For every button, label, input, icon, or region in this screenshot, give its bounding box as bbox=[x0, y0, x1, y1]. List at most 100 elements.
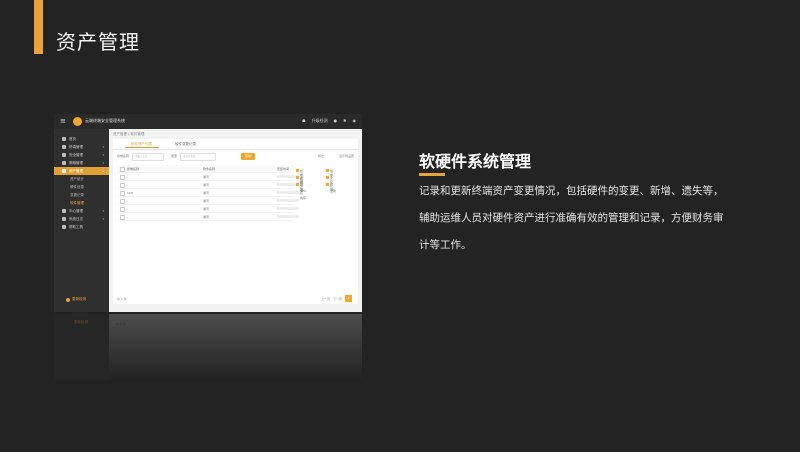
column-header: 终端名称 bbox=[127, 167, 140, 171]
app-content: 资产管理 / 软件管理 软件资产列表 软件变更记录 终端名称 请输入名称 类型 … bbox=[109, 129, 362, 312]
cell-name: - bbox=[127, 207, 129, 211]
update-check-label[interactable]: 升级检测 bbox=[312, 118, 328, 124]
sidebar-item-center[interactable]: 中心管理 ▾ bbox=[54, 207, 109, 215]
table-row[interactable]: - 通讯 bbox=[117, 181, 299, 189]
column-option-row[interactable]: 内存 bbox=[296, 195, 354, 202]
checkbox-icon[interactable] bbox=[326, 182, 329, 186]
row-checkbox[interactable] bbox=[120, 215, 125, 220]
chevron-down-icon: ▾ bbox=[102, 217, 104, 221]
table-row[interactable]: - 通讯 bbox=[117, 173, 299, 181]
sidebar-item-hardware[interactable]: 硬件信息 bbox=[54, 183, 109, 191]
account-icon[interactable]: ◉ bbox=[353, 118, 357, 124]
update-icon bbox=[66, 297, 70, 302]
checkbox-icon[interactable] bbox=[296, 175, 299, 179]
tool-icon bbox=[62, 225, 66, 229]
column-option-row[interactable]: 软件名 卸载 bbox=[296, 181, 354, 195]
cell-software: 通讯 bbox=[203, 207, 210, 211]
sidebar-item-assets[interactable]: 资产管理 ▴ bbox=[54, 167, 109, 175]
type-select[interactable]: 请选择类型 bbox=[180, 153, 216, 161]
reflection-footer-label: 更新检测 bbox=[74, 320, 88, 324]
column-option-row[interactable]: 终端名称 版本 bbox=[296, 167, 354, 185]
total-count: 共 1 条 bbox=[117, 297, 127, 301]
row-checkbox[interactable] bbox=[120, 191, 125, 196]
checkbox-icon[interactable] bbox=[296, 182, 299, 186]
tab-software-changes[interactable]: 软件变更记录 bbox=[175, 142, 196, 147]
cell-name: 123 bbox=[127, 191, 133, 195]
sidebar-item-policy[interactable]: 策略管理 ▾ bbox=[54, 159, 109, 167]
sidebar-item-security[interactable]: 安全管理 ▾ bbox=[54, 151, 109, 159]
section-underline bbox=[419, 173, 445, 176]
app-logo bbox=[73, 117, 82, 126]
sidebar-item-logs[interactable]: 系统日志 ▾ bbox=[54, 215, 109, 223]
log-icon bbox=[62, 217, 66, 221]
filter-label-name: 终端名称 bbox=[117, 154, 130, 158]
column-header: 软件名称 bbox=[203, 167, 216, 171]
column-option: 更新 bbox=[330, 189, 337, 193]
sidebar-item-asset-stats[interactable]: 资产统计 bbox=[54, 175, 109, 183]
sidebar-item-software[interactable]: 软件管理 bbox=[54, 199, 109, 207]
table-row[interactable]: - 通讯 bbox=[117, 205, 299, 213]
prev-page-button[interactable]: 上一页 bbox=[321, 297, 330, 301]
software-table: 终端名称 软件名称 安装时间 - 通讯 - 通讯 123 通讯 - 通讯 - 通讯 - 通讯 bbox=[117, 165, 299, 221]
row-checkbox[interactable] bbox=[120, 175, 125, 180]
name-input[interactable]: 请输入名称 bbox=[132, 153, 164, 161]
filter-label-type: 类型 bbox=[171, 154, 178, 158]
tab-bar: 软件资产列表 软件变更记录 bbox=[113, 139, 358, 150]
search-button[interactable]: 查询 bbox=[241, 153, 255, 160]
cell-time bbox=[277, 215, 299, 219]
cell-software: 通讯 bbox=[203, 199, 210, 203]
menu-icon[interactable]: ≡ bbox=[60, 117, 66, 125]
cell-software: 通讯 bbox=[203, 175, 210, 179]
gear-icon[interactable]: ✱ bbox=[343, 118, 346, 124]
column-settings-button[interactable]: 显示列设置 bbox=[339, 154, 354, 158]
sidebar-item-label: 资产管理 bbox=[69, 168, 83, 173]
sidebar-item-label: 变更记录 bbox=[70, 192, 84, 197]
shield-icon bbox=[62, 153, 66, 157]
select-all-checkbox[interactable] bbox=[120, 167, 125, 172]
sidebar-footer[interactable]: 更新检测 bbox=[66, 297, 86, 302]
active-tab-indicator bbox=[125, 147, 159, 148]
app-topbar: ≡ 云端终端安全管理系统 ☗ 升级检测 ● ✱ ◉ bbox=[54, 114, 362, 129]
checkbox-icon[interactable] bbox=[296, 168, 299, 172]
export-button[interactable]: 导出 bbox=[318, 154, 324, 158]
chevron-down-icon: ▾ bbox=[102, 153, 104, 157]
sidebar-item-label: 中心管理 bbox=[69, 208, 83, 213]
sidebar-item-changes[interactable]: 变更记录 bbox=[54, 191, 109, 199]
section-title: 软硬件系统管理 bbox=[419, 152, 532, 171]
cell-software: 通讯 bbox=[203, 191, 210, 195]
checkbox-icon[interactable] bbox=[326, 175, 329, 179]
column-option-row[interactable]: CPU 更新 bbox=[296, 188, 354, 195]
row-checkbox[interactable] bbox=[120, 183, 125, 188]
title-accent-bar bbox=[34, 0, 43, 54]
checkbox-icon[interactable] bbox=[326, 168, 329, 172]
cell-name: - bbox=[127, 175, 129, 179]
bell-icon[interactable]: ● bbox=[334, 118, 338, 124]
home-icon bbox=[62, 137, 66, 141]
app-screenshot: ≡ 云端终端安全管理系统 ☗ 升级检测 ● ✱ ◉ 首页 终端管理 ▾ 安全管理 ▾… bbox=[54, 114, 362, 312]
sidebar-item-terminal[interactable]: 终端管理 ▾ bbox=[54, 143, 109, 151]
column-option: 内存 bbox=[300, 196, 307, 200]
reflection-content bbox=[109, 314, 362, 380]
app-title: 云端终端安全管理系统 bbox=[85, 118, 125, 123]
table-header: 终端名称 软件名称 安装时间 bbox=[117, 165, 294, 173]
column-option-row[interactable]: 终端分组 安装 bbox=[296, 174, 354, 192]
sidebar-item-label: 系统日志 bbox=[69, 216, 83, 221]
sidebar-item-tools[interactable]: 帮助工具 bbox=[54, 223, 109, 231]
current-page[interactable]: 1 bbox=[345, 295, 352, 302]
table-row[interactable]: - 通讯 bbox=[117, 197, 299, 205]
row-checkbox[interactable] bbox=[120, 207, 125, 212]
section-description: 记录和更新终端资产变更情况，包括硬件的变更、新增、遗失等，辅助运维人员对硬件资产… bbox=[419, 185, 724, 251]
reflection-total: 共 1 条 bbox=[116, 322, 126, 326]
table-row[interactable]: 123 通讯 bbox=[117, 189, 299, 197]
row-checkbox[interactable] bbox=[120, 199, 125, 204]
sidebar-item-label: 首页 bbox=[69, 136, 76, 141]
monitor-icon bbox=[62, 145, 66, 149]
sidebar-item-home[interactable]: 首页 bbox=[54, 135, 109, 143]
table-row[interactable]: - 通讯 bbox=[117, 213, 299, 221]
cell-name: - bbox=[127, 183, 129, 187]
sidebar-item-label: 终端管理 bbox=[69, 144, 83, 149]
server-icon bbox=[62, 209, 66, 213]
next-page-button[interactable]: 下一页 bbox=[333, 297, 342, 301]
user-icon[interactable]: ☗ bbox=[302, 118, 306, 124]
chevron-down-icon: ▾ bbox=[102, 161, 104, 165]
